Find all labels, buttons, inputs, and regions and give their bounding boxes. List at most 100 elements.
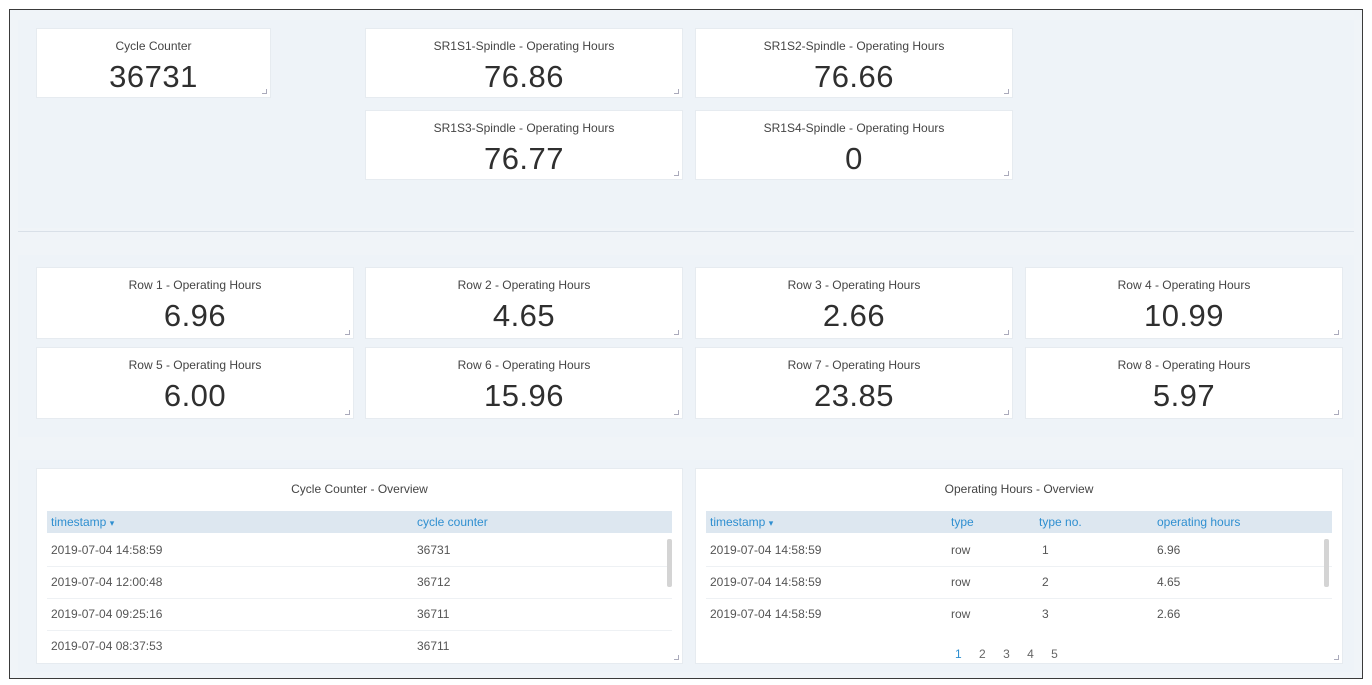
- table-header: timestamp ▾ type type no. operating hour…: [706, 511, 1332, 533]
- resize-handle-icon[interactable]: [1334, 330, 1339, 335]
- card-value: 36731: [109, 59, 198, 94]
- cell-timestamp: 2019-07-04 14:58:59: [710, 575, 822, 589]
- resize-handle-icon[interactable]: [674, 89, 679, 94]
- resize-handle-icon[interactable]: [345, 330, 350, 335]
- table-row[interactable]: 2019-07-04 14:58:59 row 3 2.66: [706, 599, 1332, 631]
- cell-cycle-counter: 36731: [417, 543, 451, 557]
- card-value: 23.85: [813, 378, 895, 413]
- cell-timestamp: 2019-07-04 14:58:59: [51, 543, 163, 557]
- sort-caret-icon: ▾: [768, 518, 774, 528]
- column-header-timestamp[interactable]: timestamp ▾: [51, 515, 114, 529]
- cell-timestamp: 2019-07-04 09:25:16: [51, 607, 163, 621]
- row-7-card[interactable]: Row 7 - Operating Hours 23.85: [695, 347, 1013, 419]
- card-value: 6.96: [163, 298, 227, 333]
- column-header-timestamp[interactable]: timestamp ▾: [710, 515, 773, 529]
- resize-handle-icon[interactable]: [674, 655, 679, 660]
- overview-section: Cycle Counter - Overview timestamp ▾ cyc…: [18, 460, 1354, 672]
- cell-timestamp: 2019-07-04 12:00:48: [51, 575, 163, 589]
- table-row[interactable]: 2019-07-04 14:58:59 row 1 6.96: [706, 535, 1332, 567]
- row-1-card[interactable]: Row 1 - Operating Hours 6.96: [36, 267, 354, 339]
- card-title: Row 1 - Operating Hours: [128, 278, 262, 292]
- row-8-card[interactable]: Row 8 - Operating Hours 5.97: [1025, 347, 1343, 419]
- cell-timestamp: 2019-07-04 14:58:59: [710, 543, 822, 557]
- row-4-card[interactable]: Row 4 - Operating Hours 10.99: [1025, 267, 1343, 339]
- spindle-s2-card[interactable]: SR1S2-Spindle - Operating Hours 76.66: [695, 28, 1013, 98]
- resize-handle-icon[interactable]: [1004, 171, 1009, 176]
- card-title: Row 2 - Operating Hours: [457, 278, 591, 292]
- resize-handle-icon[interactable]: [1004, 330, 1009, 335]
- operating-hours-overview-panel: Operating Hours - Overview timestamp ▾ t…: [695, 468, 1343, 664]
- table-scrollbar[interactable]: [667, 539, 672, 587]
- table-scrollbar[interactable]: [1324, 539, 1329, 587]
- page-link-3[interactable]: 3: [1003, 647, 1010, 661]
- cell-operating-hours: 4.65: [1157, 575, 1181, 589]
- card-title: SR1S3-Spindle - Operating Hours: [433, 121, 615, 135]
- card-title: Row 5 - Operating Hours: [128, 358, 262, 372]
- table-row[interactable]: 2019-07-04 09:25:16 36711: [47, 599, 672, 631]
- column-header-operating-hours[interactable]: operating hours: [1157, 515, 1240, 529]
- cell-type-no: 1: [1042, 543, 1049, 557]
- card-value: 4.65: [492, 298, 556, 333]
- section-divider: [18, 231, 1354, 232]
- resize-handle-icon[interactable]: [1334, 410, 1339, 415]
- panel-title: Cycle Counter - Overview: [291, 482, 428, 496]
- resize-handle-icon[interactable]: [674, 410, 679, 415]
- cell-type: row: [951, 607, 971, 621]
- table-row[interactable]: 2019-07-04 14:58:59 row 2 4.65: [706, 567, 1332, 599]
- card-title: Row 6 - Operating Hours: [457, 358, 591, 372]
- panel-title: Operating Hours - Overview: [944, 482, 1094, 496]
- cell-type-no: 3: [1042, 607, 1049, 621]
- card-title: Row 4 - Operating Hours: [1117, 278, 1251, 292]
- table-row[interactable]: 2019-07-04 14:58:59 36731: [47, 535, 672, 567]
- cell-type: row: [951, 575, 971, 589]
- cell-timestamp: 2019-07-04 08:37:53: [51, 639, 163, 653]
- cell-cycle-counter: 36712: [417, 575, 451, 589]
- card-title: SR1S4-Spindle - Operating Hours: [763, 121, 945, 135]
- cell-type: row: [951, 543, 971, 557]
- row-6-card[interactable]: Row 6 - Operating Hours 15.96: [365, 347, 683, 419]
- pagination: 1 2 3 4 5: [955, 647, 1072, 661]
- table-row[interactable]: 2019-07-04 08:37:53 36711: [47, 631, 672, 663]
- resize-handle-icon[interactable]: [674, 330, 679, 335]
- cycle-counter-card[interactable]: Cycle Counter 36731: [36, 28, 271, 98]
- cell-cycle-counter: 36711: [417, 607, 450, 621]
- spindle-s4-card[interactable]: SR1S4-Spindle - Operating Hours 0: [695, 110, 1013, 180]
- cell-timestamp: 2019-07-04 14:58:59: [710, 607, 822, 621]
- cell-operating-hours: 6.96: [1157, 543, 1181, 557]
- card-title: Cycle Counter: [115, 39, 192, 53]
- card-value: 5.97: [1152, 378, 1216, 413]
- row-5-card[interactable]: Row 5 - Operating Hours 6.00: [36, 347, 354, 419]
- resize-handle-icon[interactable]: [262, 89, 267, 94]
- table-row[interactable]: 2019-07-04 12:00:48 36712: [47, 567, 672, 599]
- column-header-type[interactable]: type: [951, 515, 974, 529]
- cell-operating-hours: 2.66: [1157, 607, 1181, 621]
- resize-handle-icon[interactable]: [1334, 655, 1339, 660]
- card-value: 0: [845, 141, 863, 176]
- resize-handle-icon[interactable]: [1004, 89, 1009, 94]
- card-value: 76.66: [813, 59, 895, 94]
- row-2-card[interactable]: Row 2 - Operating Hours 4.65: [365, 267, 683, 339]
- page-link-2[interactable]: 2: [979, 647, 986, 661]
- card-title: SR1S1-Spindle - Operating Hours: [433, 39, 615, 53]
- row-hours-section: Row 1 - Operating Hours 6.96 Row 2 - Ope…: [18, 255, 1354, 437]
- row-3-card[interactable]: Row 3 - Operating Hours 2.66: [695, 267, 1013, 339]
- sort-caret-icon: ▾: [109, 518, 115, 528]
- resize-handle-icon[interactable]: [345, 410, 350, 415]
- resize-handle-icon[interactable]: [1004, 410, 1009, 415]
- spindle-section: Cycle Counter 36731 SR1S1-Spindle - Oper…: [18, 20, 1354, 228]
- spindle-s1-card[interactable]: SR1S1-Spindle - Operating Hours 76.86: [365, 28, 683, 98]
- page-link-5[interactable]: 5: [1051, 647, 1058, 661]
- card-title: Row 7 - Operating Hours: [787, 358, 921, 372]
- cycle-counter-overview-panel: Cycle Counter - Overview timestamp ▾ cyc…: [36, 468, 683, 664]
- card-title: Row 3 - Operating Hours: [787, 278, 921, 292]
- column-header-type-no[interactable]: type no.: [1039, 515, 1082, 529]
- card-value: 6.00: [163, 378, 227, 413]
- card-value: 76.86: [483, 59, 565, 94]
- spindle-s3-card[interactable]: SR1S3-Spindle - Operating Hours 76.77: [365, 110, 683, 180]
- card-title: SR1S2-Spindle - Operating Hours: [763, 39, 945, 53]
- page-link-4[interactable]: 4: [1027, 647, 1034, 661]
- page-link-1[interactable]: 1: [955, 647, 962, 661]
- column-header-cycle-counter[interactable]: cycle counter: [417, 515, 488, 529]
- resize-handle-icon[interactable]: [674, 171, 679, 176]
- cell-cycle-counter: 36711: [417, 639, 450, 653]
